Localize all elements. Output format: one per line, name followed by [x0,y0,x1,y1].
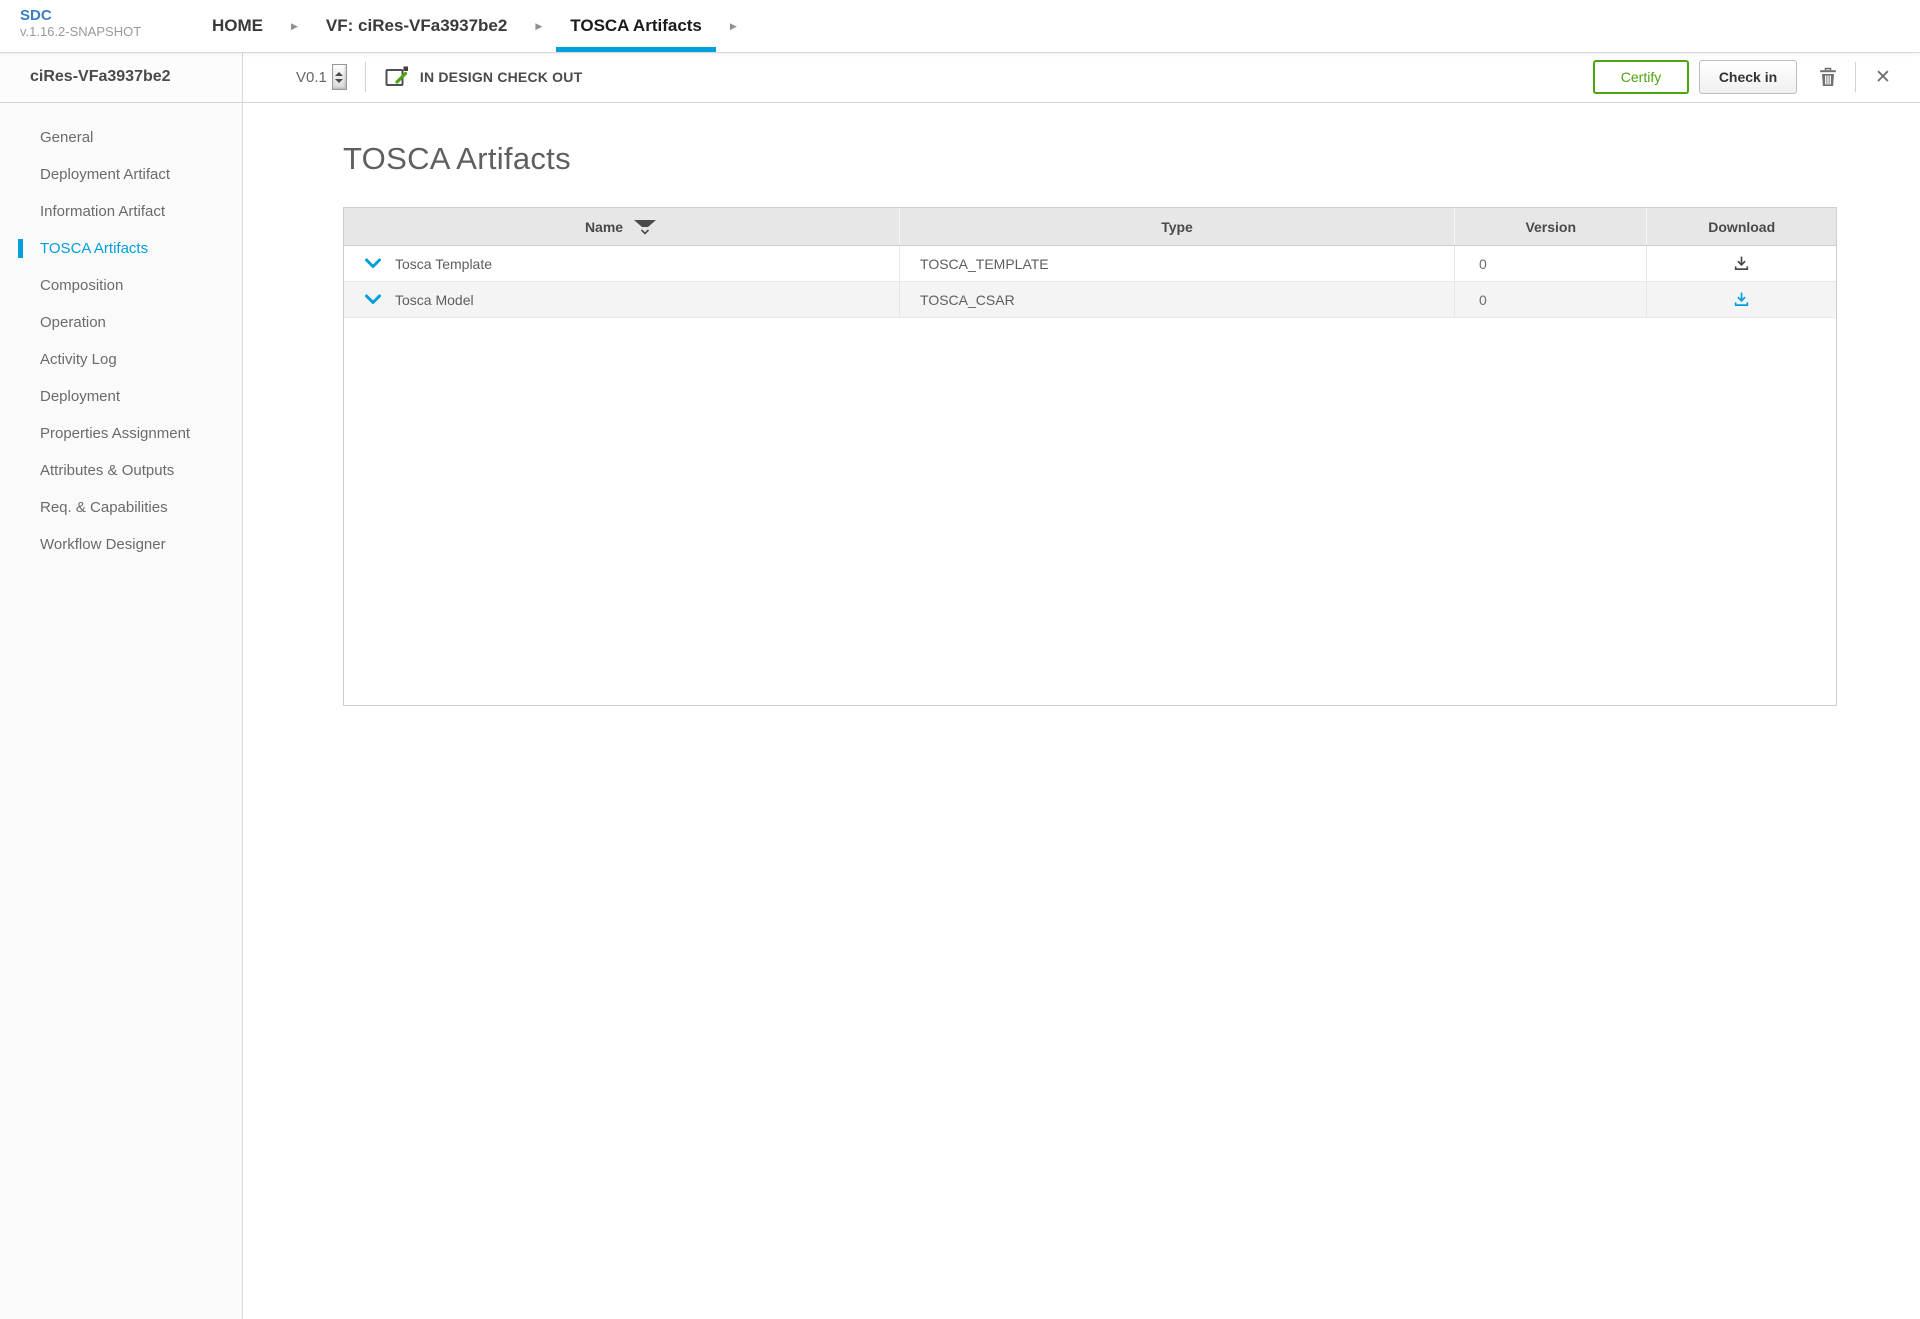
breadcrumb: HOME ▶ VF: ciRes-VFa3937be2 ▶ TOSCA Arti… [198,0,751,52]
breadcrumb-tab-label: HOME [212,16,263,35]
sidebar-item-label: Properties Assignment [40,425,191,442]
cell-name: Tosca Template [344,246,899,281]
workspace-toolbar: V0.1 IN DESIGN CHECK OUT Certify Check i… [243,52,1920,103]
cell-version: 0 [1454,246,1646,281]
cell-name: Tosca Model [344,282,899,317]
breadcrumb-tab[interactable]: VF: ciRes-VFa3937be2 [312,0,521,52]
sidebar-item[interactable]: Req. & Capabilities [0,489,242,526]
artifact-type: TOSCA_CSAR [920,291,1015,308]
column-header-type: Type [899,208,1454,245]
table-body: Tosca Template TOSCA_TEMPLATE 0 Tosca Mo… [344,246,1836,318]
table-row: Tosca Template TOSCA_TEMPLATE 0 [344,246,1836,282]
sidebar-item[interactable]: Composition [0,267,242,304]
breadcrumb-arrow-icon: ▶ [729,20,737,31]
sidebar-item[interactable]: Activity Log [0,341,242,378]
sidebar-item-label: Req. & Capabilities [40,499,168,516]
version-dropdown-button[interactable] [331,64,347,90]
spinner-down-icon [335,78,344,83]
artifact-name: Tosca Template [395,255,493,272]
certify-button[interactable]: Certify [1593,60,1689,94]
sidebar-item[interactable]: Workflow Designer [0,526,242,563]
sidebar-item[interactable]: Operation [0,304,242,341]
sidebar-item[interactable]: General [0,119,242,156]
sidebar-item-label: Activity Log [40,351,117,368]
close-button[interactable]: ✕ [1868,62,1898,92]
sidebar-item[interactable]: Properties Assignment [0,415,242,452]
download-icon[interactable] [1733,255,1750,272]
column-header-name[interactable]: Name [344,208,899,245]
sidebar-item[interactable]: TOSCA Artifacts [0,230,242,267]
main-content: TOSCA Artifacts Name Type Version Downlo… [243,103,1920,1319]
artifact-version: 0 [1479,255,1487,272]
sidebar-item-label: TOSCA Artifacts [40,240,149,257]
page-title: TOSCA Artifacts [343,141,571,176]
artifact-version: 0 [1479,291,1487,308]
breadcrumb-tab[interactable]: TOSCA Artifacts [556,0,716,52]
breadcrumb-tab[interactable]: HOME [198,0,277,52]
app-title: SDC [20,7,52,24]
sidebar-item[interactable]: Attributes & Outputs [0,452,242,489]
sdc-logo: SDC v.1.16.2-SNAPSHOT [0,0,198,52]
column-header-type-label: Type [1161,218,1193,235]
sort-icon [634,220,657,235]
sidebar-item-label: Operation [40,314,106,331]
sidebar-item-label: General [40,129,94,146]
sidebar-item-label: Workflow Designer [40,536,166,553]
app-version: v.1.16.2-SNAPSHOT [20,24,142,39]
version-label: V0.1 [296,68,327,86]
breadcrumb-arrow-icon: ▶ [535,20,543,31]
breadcrumb-arrow-icon: ▶ [291,20,298,31]
cell-download [1646,246,1835,281]
column-header-download-label: Download [1708,218,1776,235]
checkout-status-icon [385,66,408,86]
top-header: SDC v.1.16.2-SNAPSHOT HOME ▶ VF: ciRes-V… [0,0,1920,52]
sidebar-item-label: Composition [40,277,124,294]
tosca-artifacts-table: Name Type Version Download Tosca Templat… [343,207,1837,706]
sidebar-item-label: Deployment Artifact [40,166,171,183]
spinner-up-icon [335,71,344,76]
component-name: ciRes-VFa3937be2 [0,52,242,103]
sidebar-item[interactable]: Information Artifact [0,193,242,230]
sidebar-item[interactable]: Deployment [0,378,242,415]
sidebar-item-label: Attributes & Outputs [40,462,175,479]
component-sidebar: ciRes-VFa3937be2 General Deployment Arti… [0,52,243,1319]
expand-chevron-icon[interactable] [364,294,382,306]
toolbar-divider [1855,62,1856,92]
column-header-download: Download [1646,208,1835,245]
lifecycle-status: IN DESIGN CHECK OUT [419,69,583,85]
breadcrumb-tab-label: VF: ciRes-VFa3937be2 [325,16,508,35]
column-header-version-label: Version [1525,218,1577,235]
cell-download [1646,282,1835,317]
artifact-type: TOSCA_TEMPLATE [920,255,1049,272]
artifact-name: Tosca Model [395,291,474,308]
download-icon[interactable] [1733,291,1750,308]
sidebar-item-label: Deployment [40,388,121,405]
table-header-row: Name Type Version Download [344,208,1836,246]
sidebar-item[interactable]: Deployment Artifact [0,156,242,193]
column-header-name-label: Name [584,218,624,235]
cell-type: TOSCA_TEMPLATE [899,246,1454,281]
cell-version: 0 [1454,282,1646,317]
checkin-button[interactable]: Check in [1699,60,1797,94]
close-icon: ✕ [1875,66,1891,88]
delete-button[interactable] [1813,62,1843,92]
version-selector[interactable]: V0.1 [296,64,347,90]
trash-icon [1820,67,1836,86]
column-header-version: Version [1454,208,1646,245]
sidebar-item-label: Information Artifact [40,203,166,220]
cell-type: TOSCA_CSAR [899,282,1454,317]
sidebar-menu: General Deployment Artifact Information … [0,103,242,563]
expand-chevron-icon[interactable] [364,258,382,270]
toolbar-divider [364,62,366,92]
table-row: Tosca Model TOSCA_CSAR 0 [344,282,1836,318]
breadcrumb-tab-label: TOSCA Artifacts [570,16,702,35]
